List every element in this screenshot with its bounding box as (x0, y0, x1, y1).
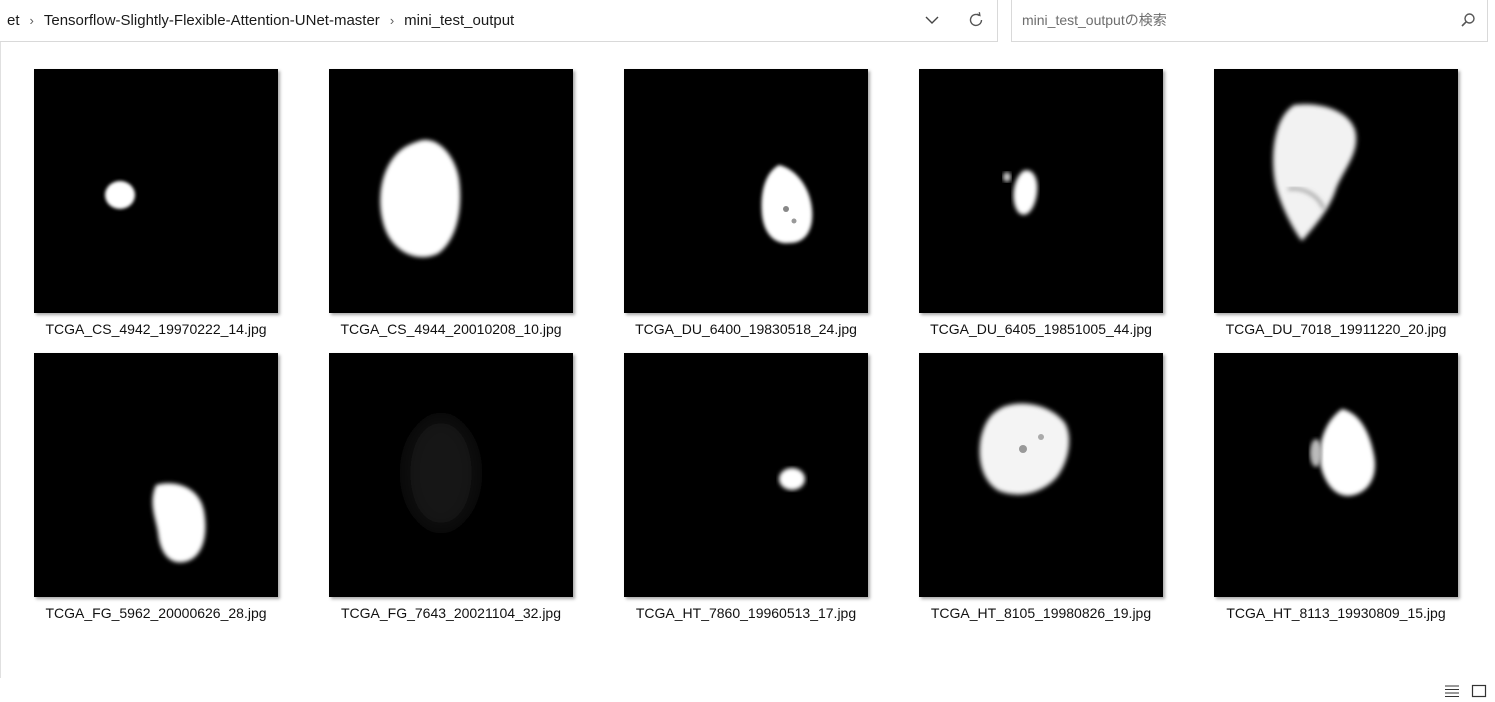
chevron-down-icon[interactable] (917, 5, 947, 35)
file-thumbnail[interactable] (1214, 69, 1458, 313)
file-thumbnail[interactable] (329, 69, 573, 313)
file-name[interactable]: TCGA_FG_7643_20021104_32.jpg (313, 605, 589, 621)
file-name[interactable]: TCGA_FG_5962_20000626_28.jpg (18, 605, 294, 621)
large-icons-view-icon[interactable] (1470, 683, 1488, 699)
file-thumbnail[interactable] (1214, 353, 1458, 597)
file-name[interactable]: TCGA_CS_4942_19970222_14.jpg (18, 321, 294, 337)
file-thumbnail[interactable] (329, 353, 573, 597)
file-name[interactable]: TCGA_HT_7860_19960513_17.jpg (608, 605, 884, 621)
file-name[interactable]: TCGA_HT_8113_19930809_15.jpg (1198, 605, 1474, 621)
file-name[interactable]: TCGA_DU_7018_19911220_20.jpg (1198, 321, 1474, 337)
file-name[interactable]: TCGA_CS_4944_20010208_10.jpg (313, 321, 589, 337)
breadcrumb-item-current[interactable]: mini_test_output (400, 12, 518, 29)
file-thumbnail[interactable] (34, 353, 278, 597)
file-name[interactable]: TCGA_DU_6405_19851005_44.jpg (903, 321, 1179, 337)
file-thumbnail[interactable] (624, 69, 868, 313)
breadcrumb-separator-icon[interactable]: › (384, 13, 400, 28)
file-name[interactable]: TCGA_DU_6400_19830518_24.jpg (608, 321, 884, 337)
breadcrumb-separator-icon[interactable]: › (24, 13, 40, 28)
file-thumbnail[interactable] (919, 69, 1163, 313)
file-thumbnail[interactable] (919, 353, 1163, 597)
address-bar[interactable]: et › Tensorflow-Slightly-Flexible-Attent… (0, 0, 998, 42)
file-name[interactable]: TCGA_HT_8105_19980826_19.jpg (903, 605, 1179, 621)
breadcrumb-item-project[interactable]: Tensorflow-Slightly-Flexible-Attention-U… (40, 12, 384, 29)
file-thumbnail[interactable] (624, 353, 868, 597)
details-view-icon[interactable] (1443, 683, 1461, 699)
refresh-icon[interactable] (961, 5, 991, 35)
search-input[interactable]: mini_test_outputの検索 (1022, 0, 1167, 41)
search-icon[interactable] (1459, 11, 1477, 29)
file-thumbnail[interactable] (34, 69, 278, 313)
file-list-view[interactable]: TCGA_CS_4942_19970222_14.jpg TCGA_CS_494… (0, 42, 1495, 678)
breadcrumb: et › Tensorflow-Slightly-Flexible-Attent… (3, 0, 518, 41)
search-box[interactable]: mini_test_outputの検索 (1011, 0, 1488, 42)
breadcrumb-item-et[interactable]: et (3, 12, 24, 29)
